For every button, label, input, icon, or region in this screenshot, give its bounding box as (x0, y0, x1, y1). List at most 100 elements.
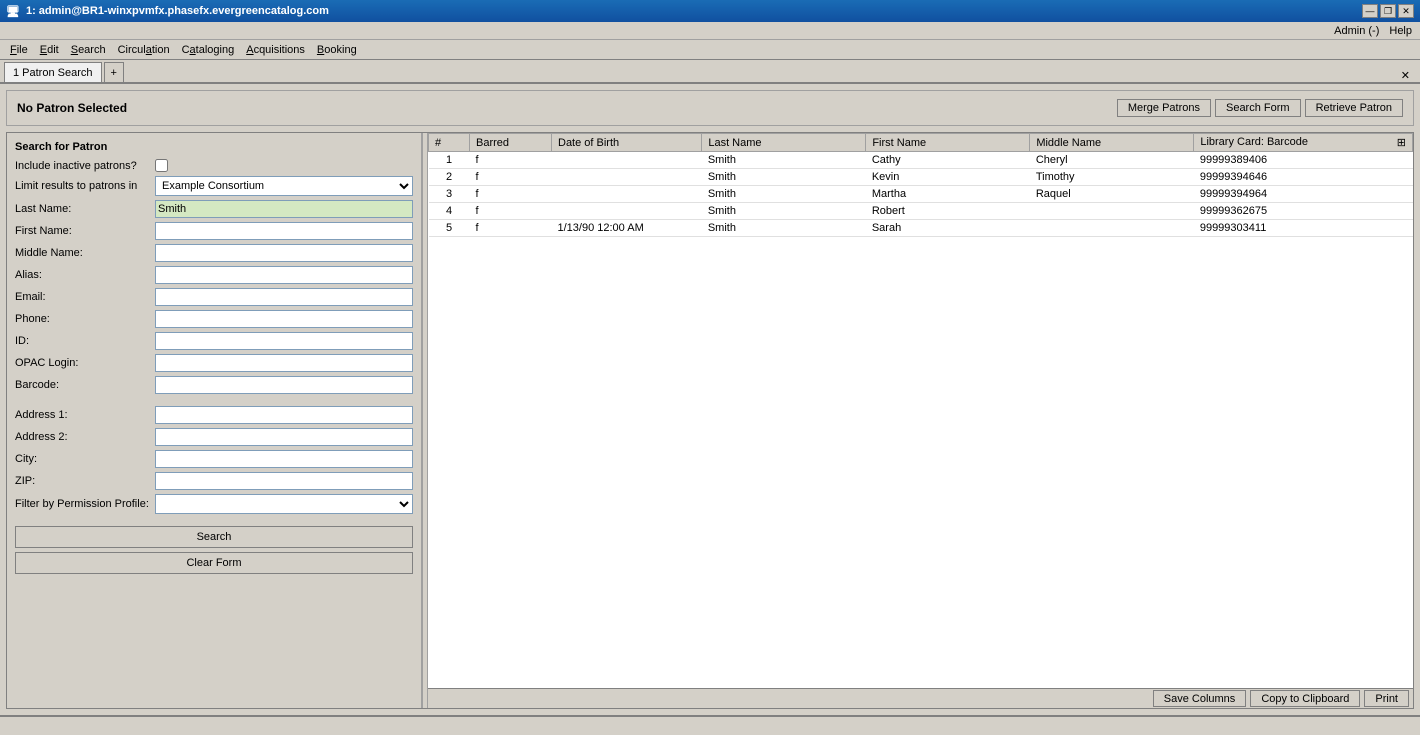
admin-bar: Admin (-) Help (0, 22, 1420, 40)
address2-input[interactable] (155, 428, 413, 446)
col-header-firstname: First Name (866, 134, 1030, 152)
help-link[interactable]: Help (1389, 25, 1412, 37)
filter-permission-row: Filter by Permission Profile: (15, 494, 413, 514)
cell-num: 5 (429, 220, 470, 237)
title-text: 1: admin@BR1-winxpvmfx.phasefx.evergreen… (26, 5, 329, 17)
main-content: No Patron Selected Merge Patrons Search … (0, 84, 1420, 715)
tab-patron-search[interactable]: 1 Patron Search (4, 62, 102, 82)
menu-booking[interactable]: Booking (311, 42, 363, 58)
last-name-input[interactable] (155, 200, 413, 218)
no-patron-label: No Patron Selected (17, 101, 127, 115)
search-form-button[interactable]: Search Form (1215, 99, 1301, 117)
cell-dob (552, 169, 702, 186)
email-input[interactable] (155, 288, 413, 306)
minimize-button[interactable]: — (1362, 4, 1378, 18)
opac-login-input[interactable] (155, 354, 413, 372)
phone-label: Phone: (15, 313, 155, 325)
filter-permission-label: Filter by Permission Profile: (15, 498, 155, 510)
title-controls: — ❐ ✕ (1362, 4, 1414, 18)
title-bar: 🖥 1: admin@BR1-winxpvmfx.phasefx.evergre… (0, 0, 1420, 22)
cell-barred: f (470, 169, 552, 186)
barcode-row: Barcode: (15, 376, 413, 394)
cell-num: 2 (429, 169, 470, 186)
middle-name-input[interactable] (155, 244, 413, 262)
city-input[interactable] (155, 450, 413, 468)
cell-barcode: 99999394964 (1194, 186, 1413, 203)
barcode-label: Barcode: (15, 379, 155, 391)
table-row[interactable]: 5 f 1/13/90 12:00 AM Smith Sarah 9999930… (429, 220, 1413, 237)
search-button[interactable]: Search (15, 526, 413, 548)
cell-barred: f (470, 220, 552, 237)
cell-middlename (1030, 203, 1194, 220)
cell-dob (552, 152, 702, 169)
table-row[interactable]: 1 f Smith Cathy Cheryl 99999389406 (429, 152, 1413, 169)
barcode-input[interactable] (155, 376, 413, 394)
cell-barred: f (470, 152, 552, 169)
save-columns-button[interactable]: Save Columns (1153, 690, 1247, 707)
search-panel: Search for Patron Include inactive patro… (7, 133, 422, 708)
cell-firstname: Kevin (866, 169, 1030, 186)
work-area: Search for Patron Include inactive patro… (6, 132, 1414, 709)
cell-lastname: Smith (702, 203, 866, 220)
filter-permission-select[interactable] (155, 494, 413, 514)
cell-barred: f (470, 203, 552, 220)
id-input[interactable] (155, 332, 413, 350)
search-button-label: Search (197, 531, 232, 543)
cell-barcode: 99999303411 (1194, 220, 1413, 237)
col-header-barcode: Library Card: Barcode ⊞ (1194, 134, 1413, 152)
alias-input[interactable] (155, 266, 413, 284)
last-name-row: Last Name: (15, 200, 413, 218)
tab-bar: 1 Patron Search + ✕ (0, 60, 1420, 84)
col-resize-icon[interactable]: ⊞ (1397, 136, 1406, 149)
zip-input[interactable] (155, 472, 413, 490)
limit-results-row: Limit results to patrons in Example Cons… (15, 176, 413, 196)
cell-middlename: Raquel (1030, 186, 1194, 203)
copy-to-clipboard-button[interactable]: Copy to Clipboard (1250, 690, 1360, 707)
menu-search[interactable]: Search (65, 42, 112, 58)
clear-form-button[interactable]: Clear Form (15, 552, 413, 574)
retrieve-patron-button[interactable]: Retrieve Patron (1305, 99, 1403, 117)
address1-label: Address 1: (15, 409, 155, 421)
menu-circulation[interactable]: Circulation (112, 42, 176, 58)
admin-user[interactable]: Admin (-) (1334, 25, 1379, 37)
table-row[interactable]: 2 f Smith Kevin Timothy 99999394646 (429, 169, 1413, 186)
cell-barred: f (470, 186, 552, 203)
address1-input[interactable] (155, 406, 413, 424)
cell-firstname: Martha (866, 186, 1030, 203)
print-button[interactable]: Print (1364, 690, 1409, 707)
menu-edit[interactable]: Edit (34, 42, 65, 58)
table-row[interactable]: 3 f Smith Martha Raquel 99999394964 (429, 186, 1413, 203)
opac-login-label: OPAC Login: (15, 357, 155, 369)
menu-bar: File Edit Search Circulation Cataloging … (0, 40, 1420, 60)
merge-patrons-button[interactable]: Merge Patrons (1117, 99, 1211, 117)
close-window-button[interactable]: ✕ (1398, 4, 1414, 18)
opac-login-row: OPAC Login: (15, 354, 413, 372)
email-row: Email: (15, 288, 413, 306)
col-header-lastname: Last Name (702, 134, 866, 152)
limit-results-select[interactable]: Example Consortium Branch 1 Branch 2 (155, 176, 413, 196)
top-panel: No Patron Selected Merge Patrons Search … (6, 90, 1414, 126)
address2-label: Address 2: (15, 431, 155, 443)
first-name-row: First Name: (15, 222, 413, 240)
cell-lastname: Smith (702, 169, 866, 186)
cell-dob: 1/13/90 12:00 AM (552, 220, 702, 237)
restore-button[interactable]: ❐ (1380, 4, 1396, 18)
results-table: # Barred Date of Birth Last Name First N… (428, 133, 1413, 237)
phone-input[interactable] (155, 310, 413, 328)
menu-file[interactable]: File (4, 42, 34, 58)
search-form-title: Search for Patron (15, 141, 413, 153)
menu-acquisitions[interactable]: Acquisitions (240, 42, 311, 58)
first-name-input[interactable] (155, 222, 413, 240)
city-row: City: (15, 450, 413, 468)
tab-add-icon: + (111, 67, 117, 79)
results-panel: # Barred Date of Birth Last Name First N… (428, 133, 1413, 708)
phone-row: Phone: (15, 310, 413, 328)
city-label: City: (15, 453, 155, 465)
close-tab-icon[interactable]: ✕ (1401, 69, 1416, 82)
cell-barcode: 99999362675 (1194, 203, 1413, 220)
tab-add[interactable]: + (104, 62, 124, 82)
menu-cataloging[interactable]: Cataloging (176, 42, 241, 58)
table-row[interactable]: 4 f Smith Robert 99999362675 (429, 203, 1413, 220)
status-bar (0, 715, 1420, 735)
include-inactive-checkbox[interactable] (155, 159, 168, 172)
